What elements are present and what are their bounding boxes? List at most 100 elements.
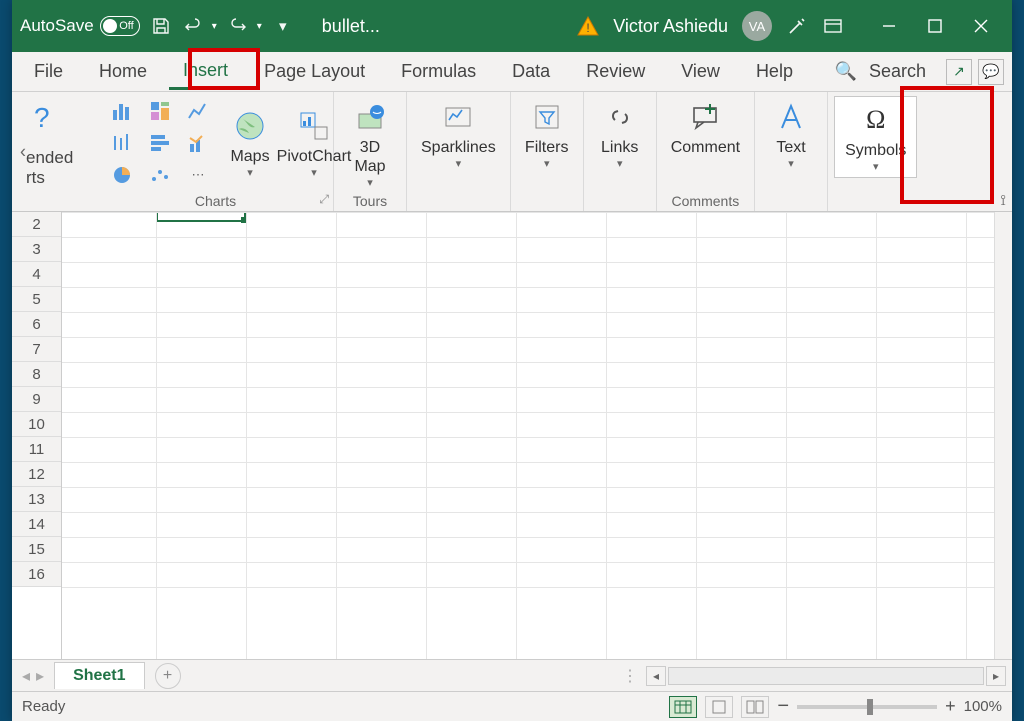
comment-button[interactable]: Comment xyxy=(663,96,748,159)
filter-icon xyxy=(532,98,562,136)
redo-dropdown[interactable]: ▾ xyxy=(257,21,262,32)
row-header[interactable]: 13 xyxy=(12,487,61,512)
comment-icon xyxy=(688,98,722,136)
row-header[interactable]: 14 xyxy=(12,512,61,537)
row-header[interactable]: 9 xyxy=(12,387,61,412)
column-chart-icon[interactable] xyxy=(104,96,140,126)
group-comments: Comment Comments xyxy=(657,92,755,211)
chart-gallery[interactable]: ⋯ xyxy=(104,96,216,190)
pin-ribbon-icon[interactable]: ⟟ xyxy=(1000,192,1006,209)
share-button[interactable]: ↗ xyxy=(946,59,972,85)
scroll-track[interactable] xyxy=(668,667,984,685)
sheet-nav[interactable]: ◂▸ xyxy=(12,666,54,686)
status-ready: Ready xyxy=(22,698,65,715)
sparklines-button[interactable]: Sparklines ▾ xyxy=(413,96,504,172)
filters-label: Filters xyxy=(525,138,569,157)
row-header[interactable]: 16 xyxy=(12,562,61,587)
zoom-in-button[interactable]: + xyxy=(945,696,956,717)
filename-label: bullet... xyxy=(322,16,380,37)
warning-icon[interactable]: ! xyxy=(577,15,599,37)
cells-area[interactable] xyxy=(62,212,994,659)
group-tours: 3D Map ▾ Tours xyxy=(334,92,407,211)
autosave-switch[interactable]: Off xyxy=(100,16,140,36)
tab-help[interactable]: Help xyxy=(742,55,807,88)
pie-chart-icon[interactable] xyxy=(104,160,140,190)
row-header[interactable]: 15 xyxy=(12,537,61,562)
links-button[interactable]: Links ▾ xyxy=(590,96,650,172)
qat-customize-icon[interactable]: ▾ xyxy=(272,15,294,37)
minimize-button[interactable] xyxy=(866,0,912,52)
tab-home[interactable]: Home xyxy=(85,55,161,88)
worksheet-grid[interactable]: 2345678910111213141516 xyxy=(12,212,1012,659)
text-icon xyxy=(776,98,806,136)
tab-page-layout[interactable]: Page Layout xyxy=(250,55,379,88)
row-header[interactable]: 8 xyxy=(12,362,61,387)
search-label[interactable]: Search xyxy=(869,61,926,82)
save-icon[interactable] xyxy=(150,15,172,37)
3d-map-button[interactable]: 3D Map ▾ xyxy=(340,96,400,191)
hierarchy-chart-icon[interactable] xyxy=(142,96,178,126)
undo-icon[interactable] xyxy=(182,15,204,37)
vertical-scrollbar[interactable] xyxy=(994,212,1012,659)
page-break-view-button[interactable] xyxy=(741,696,769,718)
row-header[interactable]: 12 xyxy=(12,462,61,487)
row-header[interactable]: 3 xyxy=(12,237,61,262)
row-header[interactable]: 4 xyxy=(12,262,61,287)
filters-button[interactable]: Filters ▾ xyxy=(517,96,577,172)
zoom-level[interactable]: 100% xyxy=(964,698,1002,715)
stock-chart-icon[interactable] xyxy=(104,128,140,158)
normal-view-button[interactable] xyxy=(669,696,697,718)
symbols-button[interactable]: Ω Symbols ▾ xyxy=(834,96,917,178)
beautify-icon[interactable] xyxy=(786,15,808,37)
avatar[interactable]: VA xyxy=(742,11,772,41)
undo-dropdown[interactable]: ▾ xyxy=(212,21,217,32)
maximize-button[interactable] xyxy=(912,0,958,52)
line-chart-icon[interactable] xyxy=(180,96,216,126)
maps-button[interactable]: Maps ▾ xyxy=(220,96,280,190)
redo-icon[interactable] xyxy=(227,15,249,37)
horizontal-scrollbar[interactable]: ◂ ▸ xyxy=(646,666,1006,686)
tab-insert[interactable]: Insert xyxy=(169,54,242,90)
chevron-down-icon: ▾ xyxy=(311,166,317,179)
charts-group-label: Charts xyxy=(104,191,327,209)
ribbon: ? ended rts ⋯ Maps ▾ xyxy=(12,92,1012,212)
page-layout-view-button[interactable] xyxy=(705,696,733,718)
tab-file[interactable]: File xyxy=(20,55,77,88)
ribbon-display-icon[interactable] xyxy=(822,15,844,37)
zoom-slider[interactable] xyxy=(797,705,937,709)
scatter-chart-icon[interactable] xyxy=(142,160,178,190)
combo-chart-icon[interactable] xyxy=(180,128,216,158)
row-header[interactable]: 6 xyxy=(12,312,61,337)
zoom-out-button[interactable]: − xyxy=(777,695,789,718)
comments-pane-button[interactable]: 💬 xyxy=(978,59,1004,85)
chevron-down-icon: ▾ xyxy=(544,157,550,170)
selected-cell[interactable] xyxy=(156,212,246,222)
close-button[interactable] xyxy=(958,0,1004,52)
row-headers: 2345678910111213141516 xyxy=(12,212,62,659)
excel-window: AutoSave Off ▾ ▾ ▾ bullet... ! Victor As… xyxy=(12,0,1012,721)
row-header[interactable]: 7 xyxy=(12,337,61,362)
link-icon xyxy=(605,98,635,136)
tab-review[interactable]: Review xyxy=(572,55,659,88)
comment-label: Comment xyxy=(671,138,740,157)
add-sheet-button[interactable]: + xyxy=(155,663,181,689)
sheet-tab-1[interactable]: Sheet1 xyxy=(54,662,144,689)
row-header[interactable]: 10 xyxy=(12,412,61,437)
bar-chart-icon[interactable] xyxy=(142,128,178,158)
scroll-right-button[interactable]: ▸ xyxy=(986,666,1006,686)
search-icon[interactable]: 🔍 xyxy=(835,61,857,82)
tab-view[interactable]: View xyxy=(667,55,734,88)
comments-group-label: Comments xyxy=(663,191,748,209)
scroll-left-button[interactable]: ◂ xyxy=(646,666,666,686)
sheet-more-icon[interactable]: ⋮ xyxy=(622,666,638,686)
tab-formulas[interactable]: Formulas xyxy=(387,55,490,88)
autosave-label: AutoSave xyxy=(20,16,94,36)
autosave-toggle[interactable]: AutoSave Off xyxy=(20,16,140,36)
dialog-launcher-icon[interactable]: ⤢ xyxy=(319,192,329,207)
text-button[interactable]: Text ▾ xyxy=(761,96,821,172)
more-charts-icon[interactable]: ⋯ xyxy=(180,160,216,190)
row-header[interactable]: 5 xyxy=(12,287,61,312)
row-header[interactable]: 2 xyxy=(12,212,61,237)
tab-data[interactable]: Data xyxy=(498,55,564,88)
row-header[interactable]: 11 xyxy=(12,437,61,462)
